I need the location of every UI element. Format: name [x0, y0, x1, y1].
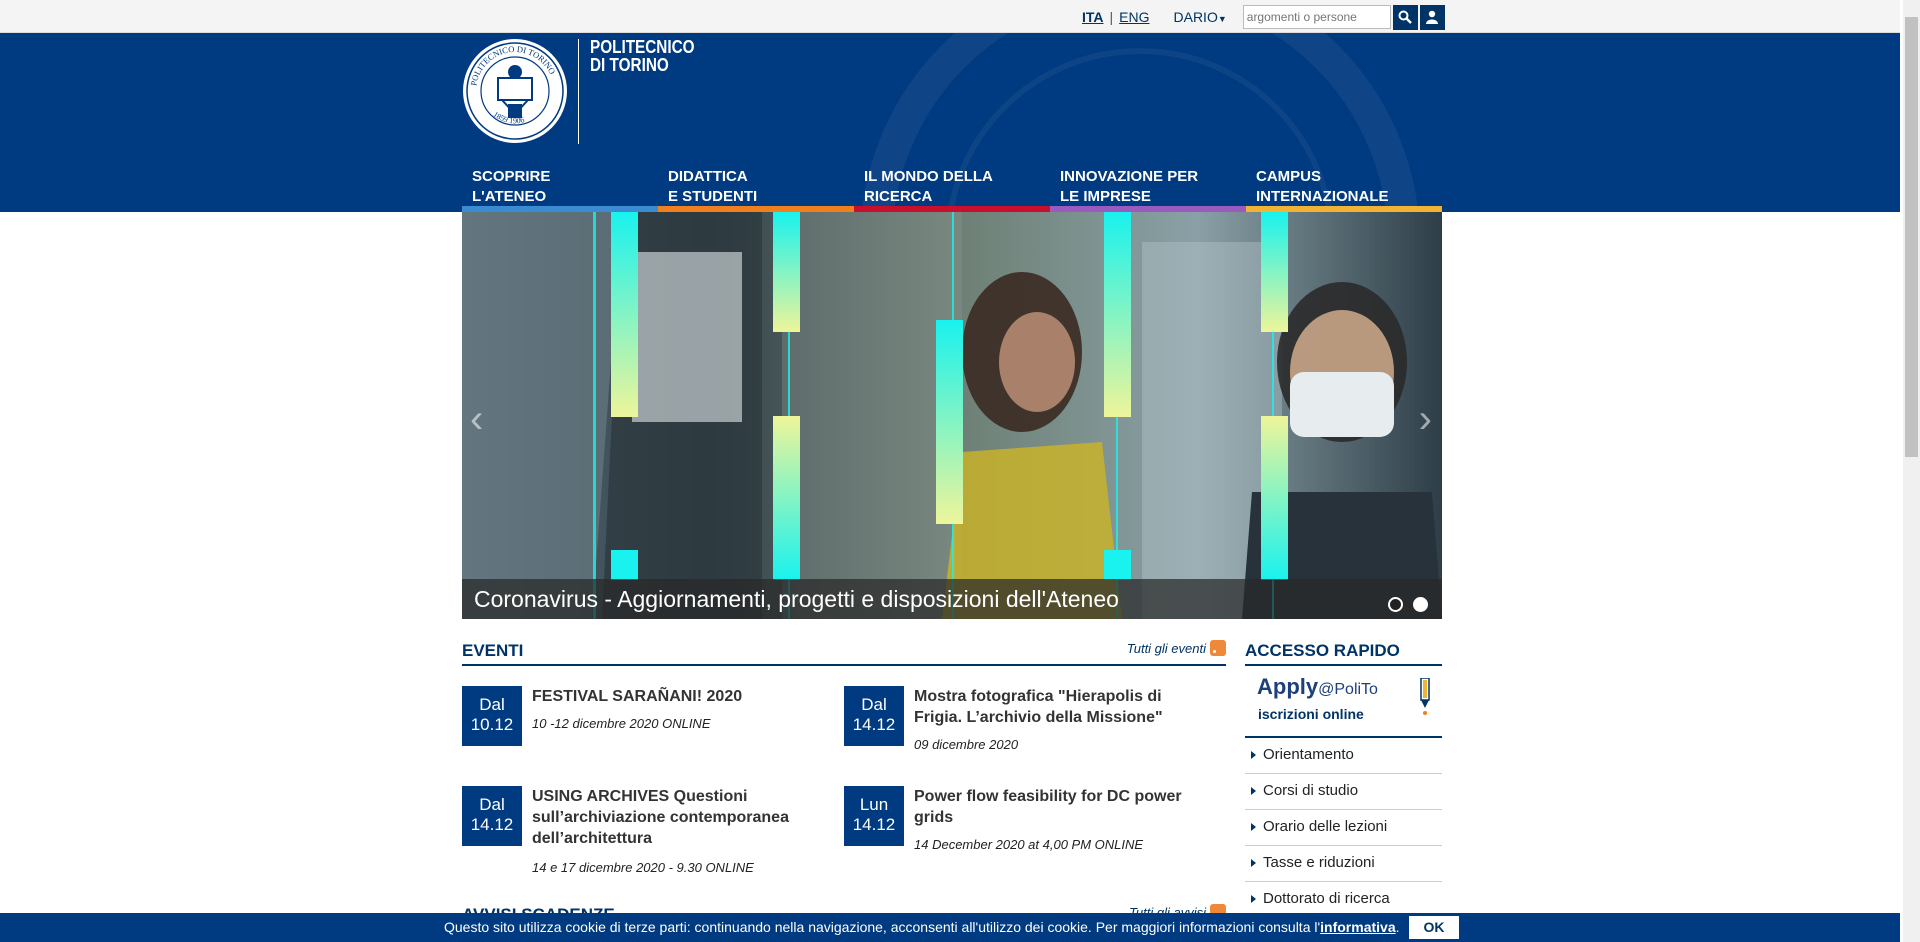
slide-image	[462, 212, 1442, 619]
apply-logo-text: Apply@PoliTo	[1257, 674, 1378, 700]
event-item[interactable]: Lun 14.12 Power flow feasibility for DC p…	[844, 786, 1214, 876]
site-name[interactable]: POLITECNICO DI TORINO	[590, 38, 695, 74]
quick-access-header: ACCESSO RAPIDO	[1245, 636, 1442, 666]
nav-didattica-studenti[interactable]: DIDATTICA E STUDENTI	[658, 164, 854, 212]
event-title[interactable]: Power flow feasibility for DC power grid…	[914, 786, 1214, 828]
event-date-box: Dal 14.12	[462, 786, 522, 846]
site-name-line2: DI TORINO	[590, 55, 669, 75]
nav-label-line2: LE IMPRESE	[1060, 188, 1151, 205]
lang-ita-link[interactable]: ITA	[1076, 9, 1110, 25]
site-header: POLITECNICO DI TORINO 1859 1906 POLITECN…	[0, 33, 1900, 212]
event-when: 10 -12 dicembre 2020 ONLINE	[532, 716, 711, 731]
slider-dot-2[interactable]	[1413, 597, 1428, 612]
pencil-icon	[1420, 678, 1430, 715]
all-events-label: Tutti gli eventi	[1126, 640, 1206, 656]
event-date: 14.12	[852, 815, 896, 834]
event-title[interactable]: FESTIVAL SARAÑANI! 2020	[532, 686, 832, 707]
nav-label-line1: SCOPRIRE	[472, 168, 551, 185]
event-date: 14.12	[852, 715, 896, 734]
top-utility-bar: ITA | ENG DARIO▼	[0, 0, 1900, 33]
nav-campus-internazionale[interactable]: CAMPUS INTERNAZIONALE	[1246, 164, 1442, 212]
slide-caption-text: Coronavirus - Aggiornamenti, progetti e …	[474, 586, 1119, 612]
nav-label-line2: L'ATENEO	[472, 188, 547, 205]
event-day: Lun	[859, 795, 889, 814]
all-events-link[interactable]: Tutti gli eventi	[1127, 640, 1226, 656]
event-item[interactable]: Dal 14.12 USING ARCHIVES Questioni sull’a…	[462, 786, 832, 886]
nav-label-line2: RICERCA	[864, 188, 933, 205]
rss-icon[interactable]	[1210, 640, 1226, 656]
event-day: Dal	[479, 695, 505, 714]
logo-divider	[578, 39, 579, 144]
quick-access-title: ACCESSO RAPIDO	[1245, 641, 1400, 660]
event-when: 09 dicembre 2020	[914, 737, 1019, 752]
event-date: 10.12	[470, 715, 514, 734]
cookie-end: .	[1395, 919, 1400, 935]
quick-link-tasse-riduzioni[interactable]: Tasse e riduzioni	[1245, 846, 1442, 882]
user-menu[interactable]: DARIO▼	[1174, 9, 1227, 25]
login-button[interactable]	[1419, 4, 1445, 30]
slider-dot-1[interactable]	[1388, 597, 1403, 612]
slider-prev-icon[interactable]: ‹	[470, 397, 483, 442]
apply-main-label: Apply	[1257, 674, 1319, 699]
apply-subtitle: iscrizioni online	[1258, 706, 1364, 722]
event-date: 14.12	[470, 815, 514, 834]
nav-mondo-ricerca[interactable]: IL MONDO DELLA RICERCA	[854, 164, 1050, 212]
events-title: EVENTI	[462, 641, 524, 660]
cookie-policy-link[interactable]: informativa	[1320, 919, 1395, 935]
event-item[interactable]: Dal 10.12 FESTIVAL SARAÑANI! 2020 10 -12 …	[462, 686, 832, 776]
cookie-banner: Questo sito utilizza cookie di terze par…	[0, 913, 1900, 942]
nav-label-line1: INNOVAZIONE PER	[1060, 168, 1199, 185]
caret-down-icon: ▼	[1217, 14, 1227, 24]
search-icon	[1398, 10, 1413, 24]
site-name-line1: POLITECNICO	[590, 37, 695, 57]
page-scrollbar[interactable]	[1903, 0, 1920, 942]
utility-links: ITA | ENG DARIO▼	[1076, 4, 1445, 30]
nav-label-line1: IL MONDO DELLA	[864, 168, 993, 185]
nav-label-line2: E STUDENTI	[668, 188, 758, 205]
quick-link-corsi-studio[interactable]: Corsi di studio	[1245, 774, 1442, 810]
apply-at-label: @PoliTo	[1318, 681, 1378, 698]
event-day: Dal	[479, 795, 505, 814]
slider-dots	[1388, 597, 1428, 612]
event-when: 14 December 2020 at 4,00 PM ONLINE	[914, 837, 1144, 852]
cookie-text: Questo sito utilizza cookie di terze par…	[444, 919, 1321, 935]
slider-next-icon[interactable]: ›	[1419, 397, 1432, 442]
event-date-box: Dal 14.12	[844, 686, 904, 746]
quick-link-orario-lezioni[interactable]: Orario delle lezioni	[1245, 810, 1442, 846]
main-nav: SCOPRIRE L'ATENEO DIDATTICA E STUDENTI I…	[462, 164, 1442, 212]
nav-scoprire-ateneo[interactable]: SCOPRIRE L'ATENEO	[462, 164, 658, 212]
apply-polito-banner[interactable]: Apply@PoliTo iscrizioni online	[1245, 666, 1442, 738]
event-item[interactable]: Dal 14.12 Mostra fotografica "Hierapolis …	[844, 686, 1214, 776]
cookie-message: Questo sito utilizza cookie di terze par…	[444, 919, 1400, 935]
slide-caption[interactable]: Coronavirus - Aggiornamenti, progetti e …	[462, 579, 1442, 619]
cookie-ok-button[interactable]: OK	[1409, 916, 1459, 939]
event-date-box: Dal 10.12	[462, 686, 522, 746]
events-header: EVENTI Tutti gli eventi	[462, 636, 1226, 666]
event-when: 14 e 17 dicembre 2020 - 9.30 ONLINE	[532, 860, 754, 875]
lang-eng-link[interactable]: ENG	[1113, 9, 1155, 25]
nav-innovazione-imprese[interactable]: INNOVAZIONE PER LE IMPRESE	[1050, 164, 1246, 212]
event-date-box: Lun 14.12	[844, 786, 904, 846]
scrollbar-thumb[interactable]	[1905, 17, 1918, 457]
event-title[interactable]: USING ARCHIVES Questioni sull’archiviazi…	[532, 786, 822, 849]
events-section: EVENTI Tutti gli eventi Dal 10.12 FESTIVA…	[462, 636, 1226, 875]
event-title[interactable]: Mostra fotografica "Hierapolis di Frigia…	[914, 686, 1214, 728]
nav-label-line2: INTERNAZIONALE	[1256, 188, 1389, 205]
user-icon	[1426, 10, 1439, 24]
search-input[interactable]	[1242, 5, 1391, 29]
nav-label-line1: CAMPUS	[1256, 168, 1322, 185]
university-seal-logo[interactable]: POLITECNICO DI TORINO 1859 1906	[462, 38, 568, 144]
search-button[interactable]	[1392, 4, 1418, 30]
quick-access-section: ACCESSO RAPIDO Apply@PoliTo iscrizioni o…	[1245, 636, 1442, 918]
hero-slider[interactable]: ‹ › Coronavirus - Aggiornamenti, progett…	[462, 212, 1442, 619]
event-day: Dal	[861, 695, 887, 714]
quick-link-orientamento[interactable]: Orientamento	[1245, 738, 1442, 774]
nav-label-line1: DIDATTICA	[668, 168, 748, 185]
user-name: DARIO	[1173, 9, 1218, 25]
